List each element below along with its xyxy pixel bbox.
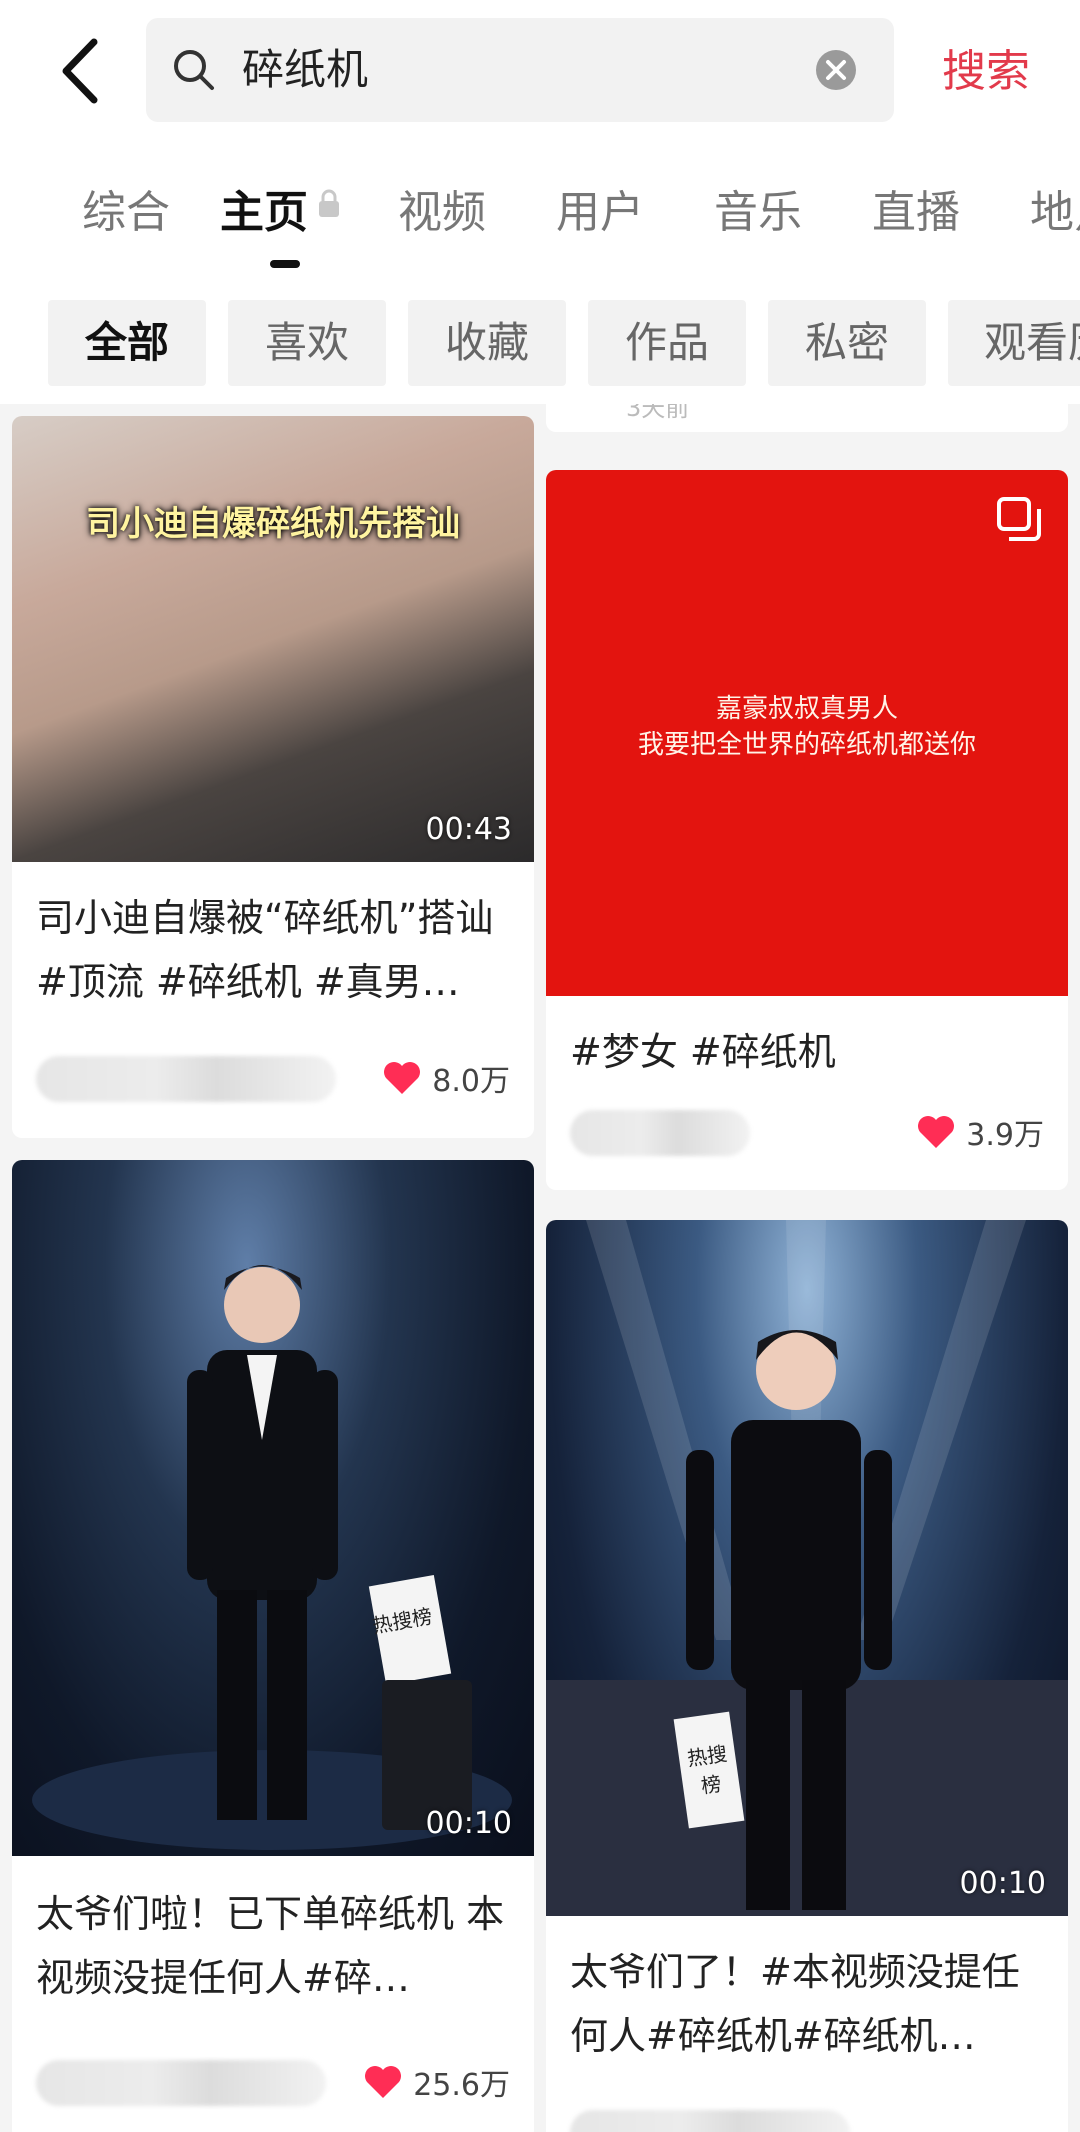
category-tabs: 综合 主页 视频 用户 音乐 直播 地点 bbox=[0, 170, 1080, 270]
tab-users[interactable]: 用户 bbox=[556, 176, 644, 240]
post-card[interactable]: 司小迪自爆碎纸机先搭讪 00:43 司小迪自爆被“碎纸机”搭讪 #顶流 #碎纸机… bbox=[12, 416, 534, 1138]
post-title: 司小迪自爆被“碎纸机”搭讪 #顶流 #碎纸机 #真男… bbox=[36, 896, 494, 1004]
image-post-thumbnail: 嘉豪叔叔真男人 我要把全世界的碎纸机都送你 bbox=[546, 470, 1068, 996]
top-bar: 碎纸机 搜索 bbox=[0, 0, 1080, 140]
filter-liked[interactable]: 喜欢 bbox=[228, 300, 386, 386]
author-info[interactable] bbox=[570, 2110, 850, 2132]
filter-history[interactable]: 观看历史 bbox=[948, 300, 1080, 386]
post-card[interactable]: 热搜榜 00:10 太爷们啦！已下单碎纸机 本视频没提任何人#碎… 25.6万 bbox=[12, 1160, 534, 2132]
video-duration: 00:43 bbox=[425, 812, 512, 847]
post-time: 3天前 bbox=[626, 404, 690, 422]
author-info[interactable] bbox=[36, 2060, 326, 2106]
paper-text: 热搜榜 bbox=[685, 1741, 729, 1799]
filter-favorites[interactable]: 收藏 bbox=[408, 300, 566, 386]
filter-works[interactable]: 作品 bbox=[588, 300, 746, 386]
author-info[interactable] bbox=[36, 1056, 336, 1102]
post-title: 太爷们啦！已下单碎纸机 本视频没提任何人#碎… bbox=[36, 1892, 505, 2000]
tab-music[interactable]: 音乐 bbox=[714, 176, 802, 240]
post-title: 太爷们了！#本视频没提任何人#碎纸机#碎纸机… bbox=[570, 1950, 1020, 2058]
tab-general[interactable]: 综合 bbox=[82, 176, 170, 240]
filter-private[interactable]: 私密 bbox=[768, 300, 926, 386]
search-input[interactable]: 碎纸机 bbox=[146, 18, 894, 122]
tab-location[interactable]: 地点 bbox=[1030, 176, 1080, 240]
video-thumbnail: 热搜榜 00:10 bbox=[12, 1160, 534, 1856]
like-count-text: 3.9万 bbox=[966, 1118, 1044, 1153]
clear-icon[interactable] bbox=[814, 48, 858, 92]
heart-icon bbox=[365, 2066, 402, 2098]
back-icon[interactable] bbox=[52, 36, 112, 106]
heart-icon bbox=[384, 1062, 421, 1094]
multi-image-icon bbox=[996, 496, 1042, 542]
stage-figure-illustration bbox=[32, 1265, 512, 1850]
like-count-text: 8.0万 bbox=[432, 1064, 510, 1099]
like-count-text: 25.6万 bbox=[413, 2068, 510, 2103]
heart-icon bbox=[918, 1116, 955, 1148]
search-icon bbox=[170, 46, 218, 94]
search-button[interactable]: 搜索 bbox=[942, 42, 1030, 102]
tab-video[interactable]: 视频 bbox=[398, 176, 486, 240]
like-count[interactable]: 25.6万 bbox=[363, 2060, 510, 2104]
lock-icon bbox=[316, 188, 342, 220]
video-thumbnail: 热搜榜 00:10 bbox=[546, 1220, 1068, 1916]
like-count[interactable]: 8.0万 bbox=[382, 1056, 510, 1100]
tab-live[interactable]: 直播 bbox=[872, 176, 960, 240]
thumbnail-caption: 司小迪自爆碎纸机先搭讪 bbox=[86, 504, 460, 544]
tab-homepage[interactable]: 主页 bbox=[220, 176, 308, 240]
author-info[interactable] bbox=[570, 1110, 750, 1156]
post-title: #梦女 #碎纸机 bbox=[570, 1030, 836, 1074]
image-text-line1: 嘉豪叔叔真男人 bbox=[715, 694, 898, 724]
search-query[interactable]: 碎纸机 bbox=[242, 40, 368, 100]
filter-all[interactable]: 全部 bbox=[48, 300, 206, 386]
stage-figure-illustration bbox=[546, 1220, 1068, 1916]
active-tab-indicator bbox=[270, 260, 300, 268]
image-text-line2: 我要把全世界的碎纸机都送你 bbox=[637, 730, 976, 760]
video-duration: 00:10 bbox=[425, 1806, 512, 1841]
post-card[interactable]: 嘉豪叔叔真男人 我要把全世界的碎纸机都送你 #梦女 #碎纸机 3.9万 bbox=[546, 470, 1068, 1190]
post-card-partial[interactable]: 3天前 bbox=[546, 404, 1068, 432]
video-duration: 00:10 bbox=[959, 1866, 1046, 1901]
results-feed: 司小迪自爆碎纸机先搭讪 00:43 司小迪自爆被“碎纸机”搭讪 #顶流 #碎纸机… bbox=[0, 404, 1080, 2132]
filter-chips: 全部 喜欢 收藏 作品 私密 观看历史 bbox=[0, 300, 1080, 388]
like-count[interactable]: 3.9万 bbox=[916, 1110, 1044, 1154]
post-card[interactable]: 热搜榜 00:10 太爷们了！#本视频没提任何人#碎纸机#碎纸机… bbox=[546, 1220, 1068, 2132]
video-thumbnail: 司小迪自爆碎纸机先搭讪 00:43 bbox=[12, 416, 534, 862]
